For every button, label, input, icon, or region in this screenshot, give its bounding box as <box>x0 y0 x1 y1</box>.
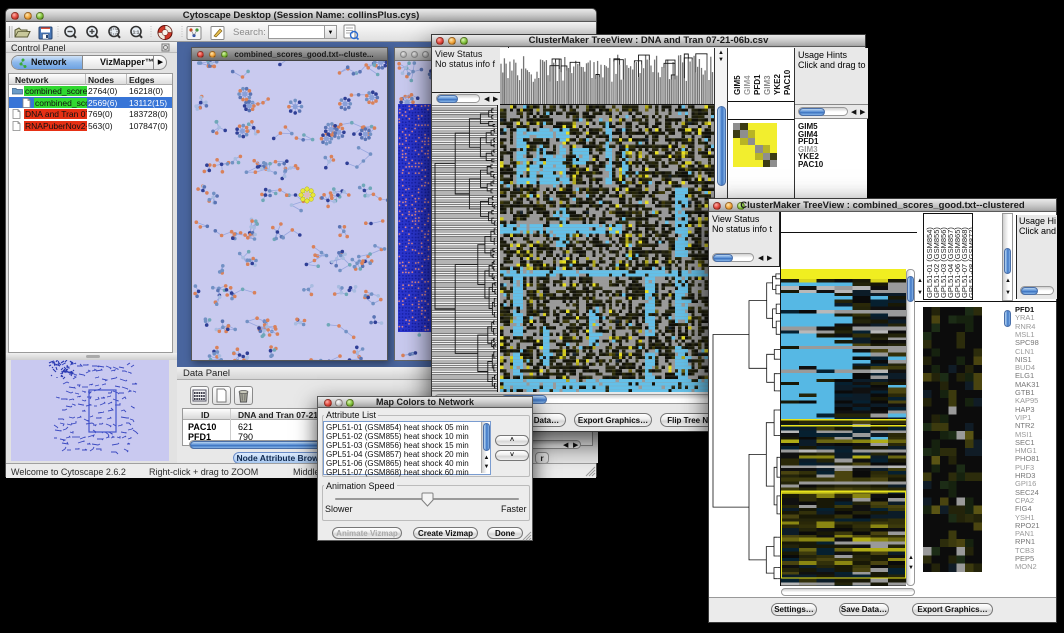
svg-text:1:1: 1:1 <box>133 30 140 35</box>
